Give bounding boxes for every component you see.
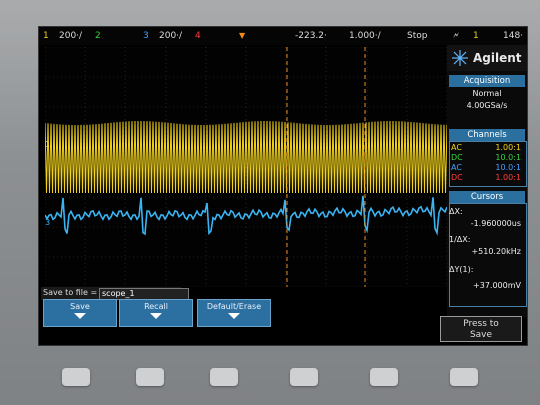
save-to-file-label: Save to file = — [43, 288, 98, 297]
brand-name: Agilent — [473, 51, 522, 65]
hw-softkey-2[interactable] — [136, 368, 164, 386]
channel-row-4: DC 1.00:1 — [449, 173, 525, 183]
ch1-waveform — [45, 120, 447, 194]
ch3-scale: 200‧/ — [159, 31, 183, 41]
save-softkey[interactable]: Save — [43, 299, 117, 327]
ch3-waveform — [45, 195, 447, 236]
press-to-save-line2: Save — [469, 330, 493, 340]
default-erase-softkey[interactable]: Default/Erase — [197, 299, 271, 327]
cursor-dy-value: +37.000mV — [473, 281, 521, 290]
horizontal-delay: -223.2‧ — [295, 31, 327, 41]
hardware-button-row — [0, 350, 540, 405]
timebase: 1.000‧/ — [349, 31, 381, 41]
ch4-number[interactable]: 4 — [195, 31, 201, 41]
hw-softkey-1[interactable] — [62, 368, 90, 386]
cursor-dy-label: ΔY(1): — [449, 265, 474, 274]
right-info-panel: Agilent Acquisition Normal 4.00GSa/s Cha… — [447, 45, 527, 317]
default-erase-softkey-label: Default/Erase — [206, 302, 262, 311]
cursors-header[interactable]: Cursors — [449, 191, 525, 203]
down-arrow-icon — [228, 313, 240, 319]
ch2-probe: 10.0:1 — [495, 153, 521, 162]
waveform-svg: 1 3 — [45, 47, 447, 287]
press-to-save-line1: Press to — [463, 319, 499, 329]
ch4-coupling: DC — [451, 173, 463, 182]
ch3-probe: 10.0:1 — [495, 163, 521, 172]
cursor-inv-dx-value: +510.20kHz — [471, 247, 521, 256]
sample-rate: 4.00GSa/s — [466, 101, 508, 110]
brand-header: Agilent — [447, 45, 527, 71]
ch1-probe: 1.00:1 — [495, 143, 521, 152]
trigger-edge-icon: 🗲 — [453, 31, 459, 41]
press-to-save-button[interactable]: Press to Save — [440, 316, 522, 342]
hw-softkey-3[interactable] — [210, 368, 238, 386]
cursor-dx-value: -1.960000us — [470, 219, 521, 228]
cursor-dx-label: ΔX: — [449, 207, 463, 216]
hw-softkey-5[interactable] — [370, 368, 398, 386]
run-state: Stop — [407, 31, 428, 41]
ch1-coupling: AC — [451, 143, 462, 152]
trigger-source: 1 — [473, 31, 479, 41]
channel-row-2: DC 10.0:1 — [449, 153, 525, 163]
agilent-spark-icon — [452, 50, 468, 66]
ch3-number[interactable]: 3 — [143, 31, 149, 41]
graticule-grid — [45, 47, 447, 287]
trigger-level: 148‧ — [503, 31, 524, 41]
down-arrow-icon — [74, 313, 86, 319]
acquisition-header[interactable]: Acquisition — [449, 75, 525, 87]
recall-softkey[interactable]: Recall — [119, 299, 193, 327]
acquisition-mode: Normal — [472, 89, 502, 98]
ch1-number[interactable]: 1 — [43, 31, 49, 41]
down-arrow-icon — [150, 313, 162, 319]
channel-row-1: AC 1.00:1 — [449, 143, 525, 153]
channels-header[interactable]: Channels — [449, 129, 525, 141]
ch2-coupling: DC — [451, 153, 463, 162]
status-bar: 1 200‧/ 2 3 200‧/ 4 ▼ -223.2‧ 1.000‧/ St… — [39, 27, 527, 45]
scope-screen: 1 200‧/ 2 3 200‧/ 4 ▼ -223.2‧ 1.000‧/ St… — [38, 26, 528, 346]
cursor-inv-dx-label: 1/ΔX: — [449, 235, 471, 244]
save-softkey-label: Save — [70, 302, 90, 311]
hw-softkey-4[interactable] — [290, 368, 318, 386]
ch4-probe: 1.00:1 — [495, 173, 521, 182]
channel-row-3: AC 10.0:1 — [449, 163, 525, 173]
trigger-position-marker: ▼ — [239, 31, 246, 40]
ch3-ground-marker: 3 — [45, 218, 50, 227]
ch2-number[interactable]: 2 — [95, 31, 101, 41]
waveform-display[interactable]: 1 3 — [45, 47, 447, 287]
hw-softkey-6[interactable] — [450, 368, 478, 386]
ch1-ground-marker: 1 — [45, 140, 50, 149]
ch3-coupling: AC — [451, 163, 462, 172]
recall-softkey-label: Recall — [144, 302, 168, 311]
ch1-scale: 200‧/ — [59, 31, 83, 41]
